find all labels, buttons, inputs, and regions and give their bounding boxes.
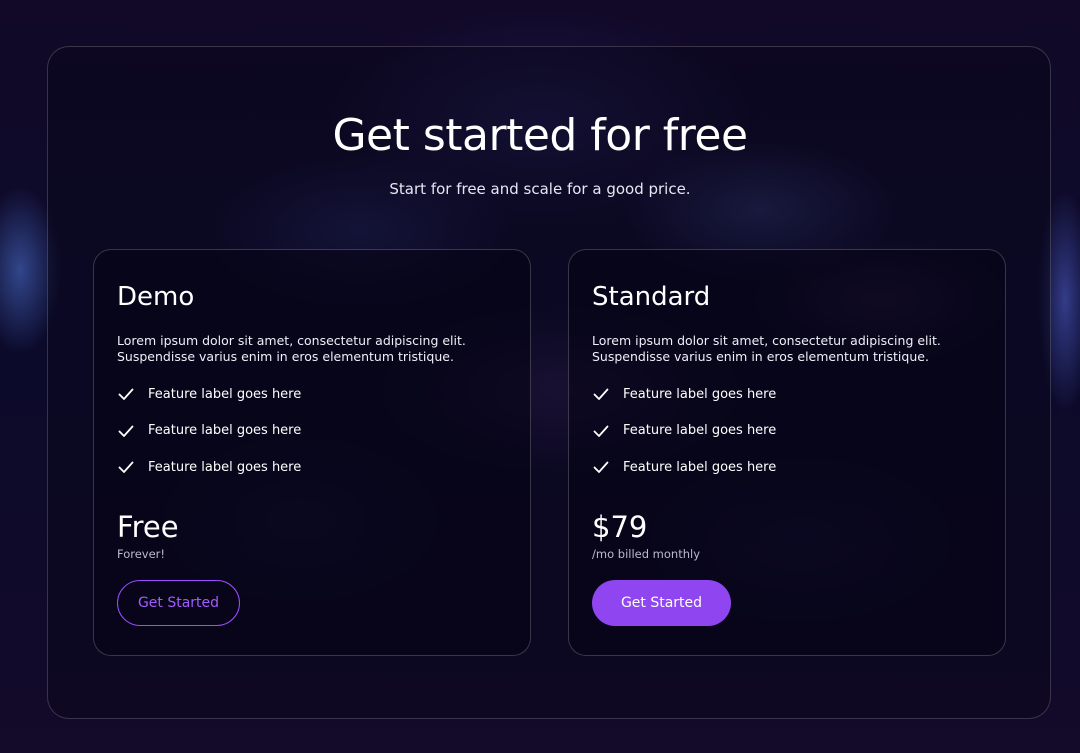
page-title: Get started for free (332, 110, 748, 161)
get-started-button-standard[interactable]: Get Started (592, 580, 731, 626)
check-icon (592, 385, 610, 403)
feature-item: Feature label goes here (592, 457, 776, 477)
check-icon (117, 385, 135, 403)
plan-price-note: Forever! (117, 547, 166, 561)
plan-name: Standard (592, 282, 711, 312)
plan-price-note: /mo billed monthly (592, 547, 701, 561)
feature-item: Feature label goes here (117, 421, 301, 441)
feature-label: Feature label goes here (148, 386, 302, 402)
page-subtitle: Start for free and scale for a good pric… (389, 180, 691, 198)
feature-list: Feature label goes here Feature label go… (592, 384, 776, 494)
check-icon (592, 458, 610, 476)
plan-name: Demo (117, 282, 195, 312)
feature-label: Feature label goes here (623, 386, 777, 402)
plan-price: $79 (592, 510, 648, 544)
feature-label: Feature label goes here (623, 459, 777, 475)
feature-item: Feature label goes here (117, 457, 301, 477)
plan-description: Lorem ipsum dolor sit amet, consectetur … (592, 333, 941, 364)
plan-price: Free (117, 510, 179, 544)
feature-list: Feature label goes here Feature label go… (117, 384, 301, 494)
pricing-card-demo: Demo Lorem ipsum dolor sit amet, consect… (93, 249, 531, 656)
pricing-card-standard: Standard Lorem ipsum dolor sit amet, con… (568, 249, 1006, 656)
feature-item: Feature label goes here (592, 421, 776, 441)
feature-label: Feature label goes here (148, 423, 302, 438)
feature-item: Feature label goes here (592, 384, 776, 404)
check-icon (592, 422, 610, 440)
check-icon (117, 422, 135, 440)
check-icon (117, 458, 135, 476)
get-started-button-demo[interactable]: Get Started (117, 580, 240, 626)
feature-item: Feature label goes here (117, 384, 301, 404)
feature-label: Feature label goes here (148, 459, 302, 475)
plan-description: Lorem ipsum dolor sit amet, consectetur … (117, 333, 466, 364)
feature-label: Feature label goes here (623, 423, 777, 438)
